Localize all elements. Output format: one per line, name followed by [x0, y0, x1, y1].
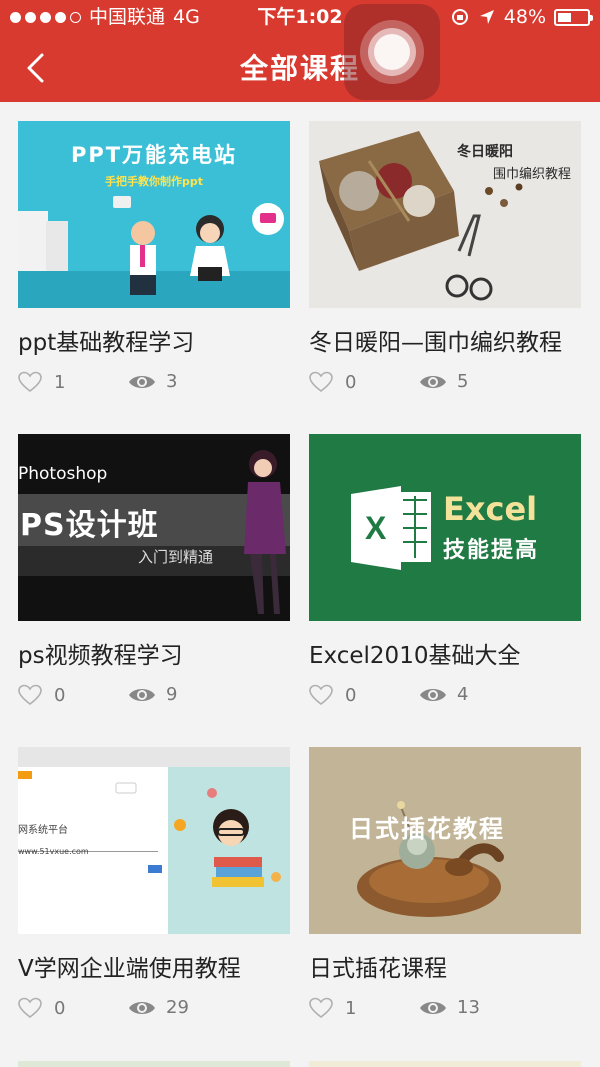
like-count: 0	[54, 684, 66, 706]
course-thumbnail[interactable]: 网系统平台 www.51vxue.com	[18, 747, 290, 934]
view-count: 13	[457, 997, 480, 1018]
heart-outline-icon[interactable]	[309, 684, 333, 706]
course-card[interactable]: Photoshop PS设计班 入门到精通 ps视频教程学习 0 9	[18, 434, 290, 708]
course-thumbnail[interactable]: Photoshop PS设计班 入门到精通	[18, 434, 290, 621]
location-arrow-icon	[479, 10, 494, 24]
knitting-basket-photo	[319, 131, 523, 301]
like-count: 1	[345, 997, 357, 1019]
website-screenshot-art	[18, 747, 290, 934]
thumbnail-title: PPT万能充电站	[70, 143, 238, 167]
course-card[interactable]: PPT万能充电站 手把手教你制作ppt ppt基础教程学习 1 3	[18, 121, 290, 395]
course-thumbnail[interactable]: 日式插花教程	[309, 747, 581, 934]
heart-outline-icon[interactable]	[18, 997, 42, 1019]
battery-fill	[558, 12, 572, 22]
heart-outline-icon[interactable]	[18, 684, 42, 706]
battery-percent: 48%	[503, 6, 546, 28]
assistive-touch-button[interactable]	[344, 4, 440, 100]
page-title: 全部课程	[239, 52, 360, 85]
like-count: 1	[54, 371, 66, 393]
course-thumbnail[interactable]: X Excel 技能提高	[309, 434, 581, 621]
thumbnail-subtitle: 网系统平台	[18, 825, 68, 836]
view-count: 3	[166, 371, 178, 392]
course-stats: 1 3	[18, 371, 290, 395]
course-stats: 0 9	[18, 684, 290, 708]
thumbnail-title: 日式插花教程	[349, 814, 505, 843]
course-thumbnail-partial[interactable]	[309, 1061, 581, 1067]
battery-icon	[554, 8, 593, 26]
course-title[interactable]: 冬日暖阳—围巾编织教程	[309, 323, 581, 357]
course-card[interactable]: 网系统平台 www.51vxue.com V学网企业端使用教程 0 29	[18, 747, 290, 1021]
course-stats: 0 4	[309, 684, 581, 708]
eye-icon	[129, 1001, 155, 1014]
heart-outline-icon[interactable]	[309, 371, 333, 393]
heart-outline-icon[interactable]	[309, 997, 333, 1019]
thumbnail-subtitle: 围巾编织教程	[493, 167, 572, 182]
thumbnail-subtitle: 技能提高	[443, 538, 540, 563]
course-title[interactable]: V学网企业端使用教程	[18, 949, 290, 983]
eye-icon	[420, 375, 446, 388]
course-card[interactable]: 冬日暖阳 围巾编织教程 冬日暖阳—围巾编织教程 0 5	[309, 121, 581, 395]
orientation-lock-icon	[451, 9, 468, 25]
course-thumbnail[interactable]: PPT万能充电站 手把手教你制作ppt	[18, 121, 290, 308]
thumbnail-brand: Excel	[443, 490, 538, 528]
svg-text:X: X	[365, 510, 387, 546]
nav-bar: 全部课程	[0, 34, 600, 102]
course-stats: 1 13	[309, 997, 581, 1021]
thumbnail-subtitle: 入门到精通	[138, 548, 214, 566]
top-bar: 中国联通 4G 下午1:02 48% 全部课程	[0, 0, 600, 102]
view-count: 5	[457, 371, 469, 392]
course-title[interactable]: ppt基础教程学习	[18, 323, 290, 357]
course-thumbnail-partial[interactable]	[18, 1061, 290, 1067]
eye-icon	[129, 375, 155, 388]
thumbnail-url: www.51vxue.com	[18, 847, 89, 856]
course-stats: 0 5	[309, 371, 581, 395]
view-count: 29	[166, 997, 189, 1018]
like-count: 0	[345, 371, 357, 393]
eye-icon	[420, 1001, 446, 1014]
like-count: 0	[54, 997, 66, 1019]
heart-outline-icon[interactable]	[18, 371, 42, 393]
eye-icon	[420, 688, 446, 701]
thumbnail-title: 冬日暖阳	[457, 144, 513, 160]
eye-icon	[129, 688, 155, 701]
thumbnail-brand: Photoshop	[18, 464, 108, 484]
thumbnail-subtitle: 手把手教你制作ppt	[104, 175, 203, 188]
course-title[interactable]: ps视频教程学习	[18, 636, 290, 670]
course-title[interactable]: 日式插花课程	[309, 949, 581, 983]
thumbnail-title: PS设计班	[20, 508, 159, 543]
course-stats: 0 29	[18, 997, 290, 1021]
course-card[interactable]: 日式插花教程 日式插花课程 1 13	[309, 747, 581, 1021]
view-count: 9	[166, 684, 178, 705]
view-count: 4	[457, 684, 469, 705]
course-card[interactable]: X Excel 技能提高 Excel2010基础大全 0 4	[309, 434, 581, 708]
status-bar: 中国联通 4G 下午1:02 48%	[0, 0, 600, 34]
course-title[interactable]: Excel2010基础大全	[309, 636, 581, 670]
like-count: 0	[345, 684, 357, 706]
course-thumbnail[interactable]: 冬日暖阳 围巾编织教程	[309, 121, 581, 308]
